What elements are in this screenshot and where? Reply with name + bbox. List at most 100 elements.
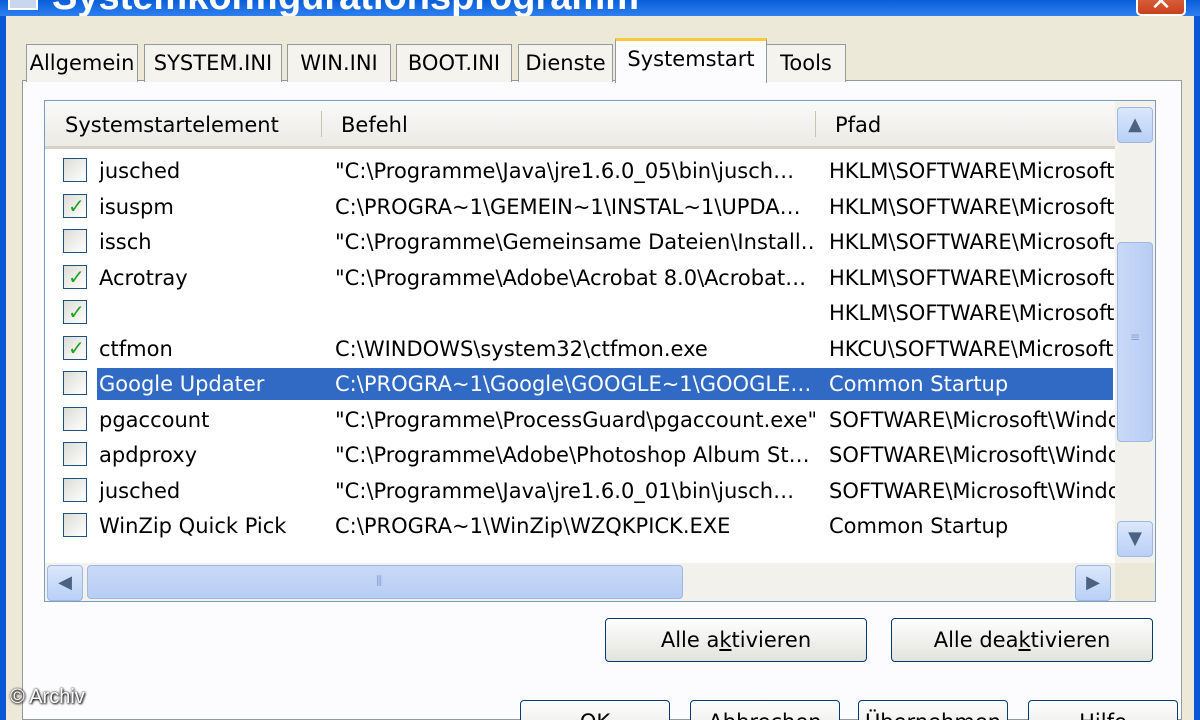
button-label: Alle dea [933,628,1019,652]
enable-all-button[interactable]: Alle aktivieren [605,618,867,662]
startup-item-checkbox[interactable] [63,442,87,466]
tab-boot-ini[interactable]: BOOT.INI [396,44,512,82]
list-item[interactable]: Google Updater C:\PROGRA~1\Google\GOOGLE~… [45,366,1115,402]
startup-item-command: C:\PROGRA~1\GEMEIN~1\INSTAL~1\UPDA… [335,194,801,219]
startup-item-command: "C:\Programme\Java\jre1.6.0_01\bin\jusch… [335,478,795,503]
startup-item-checkbox[interactable]: ✓ [63,300,87,324]
tab-dienste[interactable]: Dienste [518,44,613,82]
list-item[interactable]: jusched "C:\Programme\Java\jre1.6.0_05\bi… [45,153,1115,189]
startup-item-command: "C:\Programme\Gemeinsame Dateien\Install… [335,230,815,254]
ok-button[interactable]: OK [520,700,670,720]
list-item[interactable]: apdproxy "C:\Programme\Adobe\Photoshop Al… [45,437,1115,473]
vertical-scroll-thumb[interactable]: ≡ [1117,242,1153,442]
list-item[interactable]: jusched "C:\Programme\Java\jre1.6.0_01\bi… [45,473,1115,509]
startup-item-checkbox[interactable] [63,371,87,395]
startup-item-name: Google Updater [99,372,265,396]
close-button[interactable]: ✕ [1136,0,1186,17]
window-frame-left [0,16,6,720]
column-header-path[interactable]: Pfad [835,101,881,146]
scroll-right-button[interactable]: ▶ [1075,565,1111,601]
checkmark-icon: ✓ [68,300,85,324]
tab-tools[interactable]: Tools [766,44,846,82]
horizontal-scroll-thumb[interactable]: ⦀ [87,565,683,599]
tab-systemstart[interactable]: Systemstart [615,38,767,83]
tab-system-ini[interactable]: SYSTEM.INI [144,44,282,82]
startup-item-name: Acrotray [99,265,188,290]
checkmark-icon: ✓ [68,335,85,360]
app-icon [8,0,38,10]
startup-item-name: jusched [99,159,181,183]
startup-item-path: SOFTWARE\Microsoft\Windo [829,407,1115,432]
list-item[interactable]: ✓ ctfmon C:\WINDOWS\system32\ctfmon.exe HKC… [45,331,1115,367]
checkmark-icon: ✓ [68,264,85,289]
startup-item-path: HKLM\SOFTWARE\Microsoft [829,159,1115,183]
startup-item-path: Common Startup [829,514,1009,538]
startup-item-path: HKLM\SOFTWARE\Microsoft [829,194,1115,219]
startup-item-path: Common Startup [829,372,1009,396]
vertical-scrollbar[interactable]: ▲ ≡ ▼ [1115,101,1155,563]
startup-item-name: pgaccount [99,407,210,432]
apply-button[interactable]: Übernehmen [858,700,1008,720]
list-item[interactable]: ✓ isuspm C:\PROGRA~1\GEMEIN~1\INSTAL~1\UPD… [45,189,1115,225]
horizontal-scrollbar[interactable]: ◀ ⦀ ▶ [45,563,1115,601]
startup-item-command: "C:\Programme\Adobe\Photoshop Album St… [335,443,810,467]
help-button[interactable]: Hilfe [1028,700,1178,720]
startup-item-command: "C:\Programme\Adobe\Acrobat 8.0\Acrobat… [335,265,807,290]
startup-item-checkbox[interactable]: ✓ [63,264,87,289]
accelerator-key: k [1018,628,1031,652]
startup-item-checkbox[interactable]: ✓ [63,193,87,218]
tab-allgemein[interactable]: Allgemein [26,44,138,82]
accelerator-key: k [719,628,732,652]
tab-win-ini[interactable]: WIN.INI [287,44,391,82]
cancel-button[interactable]: Abbrechen [690,700,840,720]
startup-item-name: ctfmon [99,336,173,361]
scroll-up-button[interactable]: ▲ [1117,107,1153,143]
startup-item-name: jusched [99,478,181,503]
startup-item-name: issch [99,230,152,254]
grip-icon: ⦀ [376,574,383,590]
title-bar[interactable]: Systemkonfigurationsprogramm [0,0,1200,16]
list-header: Systemstartelement Befehl Pfad [45,101,1115,149]
startup-item-path: HKLM\SOFTWARE\Microsoft [829,301,1115,325]
list-rows: jusched "C:\Programme\Java\jre1.6.0_05\bi… [45,153,1115,544]
startup-item-name: isuspm [99,194,174,219]
startup-item-checkbox[interactable] [63,477,87,502]
list-item[interactable]: WinZip Quick Pick C:\PROGRA~1\WinZip\WZQK… [45,508,1115,544]
column-header-command[interactable]: Befehl [341,101,408,146]
startup-item-path: SOFTWARE\Microsoft\Windo [829,478,1115,503]
scrollbar-corner [1115,563,1155,601]
list-item[interactable]: ✓ Acrotray "C:\Programme\Adobe\Acrobat 8.0… [45,260,1115,296]
disable-all-button[interactable]: Alle deaktivieren [891,618,1153,662]
startup-item-checkbox[interactable]: ✓ [63,335,87,360]
startup-item-command: C:\PROGRA~1\WinZip\WZQKPICK.EXE [335,514,731,538]
button-label: tivieren [1030,628,1111,652]
watermark: © Archiv [10,686,85,708]
startup-item-checkbox[interactable] [63,158,87,182]
column-divider[interactable] [815,111,816,137]
startup-item-path: HKCU\SOFTWARE\Microsoft [829,336,1114,361]
startup-item-name: apdproxy [99,443,198,467]
startup-item-name: WinZip Quick Pick [99,514,287,538]
checkmark-icon: ✓ [68,193,85,218]
startup-list[interactable]: Systemstartelement Befehl Pfad jusched "C… [44,100,1156,602]
startup-item-checkbox[interactable] [63,513,87,537]
startup-item-path: HKLM\SOFTWARE\Microsoft [829,230,1115,254]
scroll-left-button[interactable]: ◀ [47,565,83,601]
startup-item-path: HKLM\SOFTWARE\Microsoft [829,265,1115,290]
startup-item-command: C:\PROGRA~1\Google\GOOGLE~1\GOOGLE… [335,372,812,396]
list-item[interactable]: pgaccount "C:\Programme\ProcessGuard\pgac… [45,402,1115,438]
list-item[interactable]: ✓ HKLM\SOFTWARE\Microsoft [45,295,1115,331]
scroll-down-button[interactable]: ▼ [1117,521,1153,557]
list-item[interactable]: issch "C:\Programme\Gemeinsame Dateien\In… [45,224,1115,260]
startup-item-checkbox[interactable] [63,406,87,431]
column-header-startup-item[interactable]: Systemstartelement [65,101,279,146]
window-title: Systemkonfigurationsprogramm [52,0,639,16]
startup-item-command: "C:\Programme\ProcessGuard\pgaccount.exe… [335,407,815,432]
column-divider[interactable] [321,111,322,137]
startup-item-checkbox[interactable] [63,229,87,253]
window-frame-right [1194,16,1200,720]
grip-icon: ≡ [1130,330,1141,344]
startup-item-command: C:\WINDOWS\system32\ctfmon.exe [335,336,708,361]
startup-item-path: SOFTWARE\Microsoft\Windo [829,443,1115,467]
button-label: tivieren [731,628,812,652]
